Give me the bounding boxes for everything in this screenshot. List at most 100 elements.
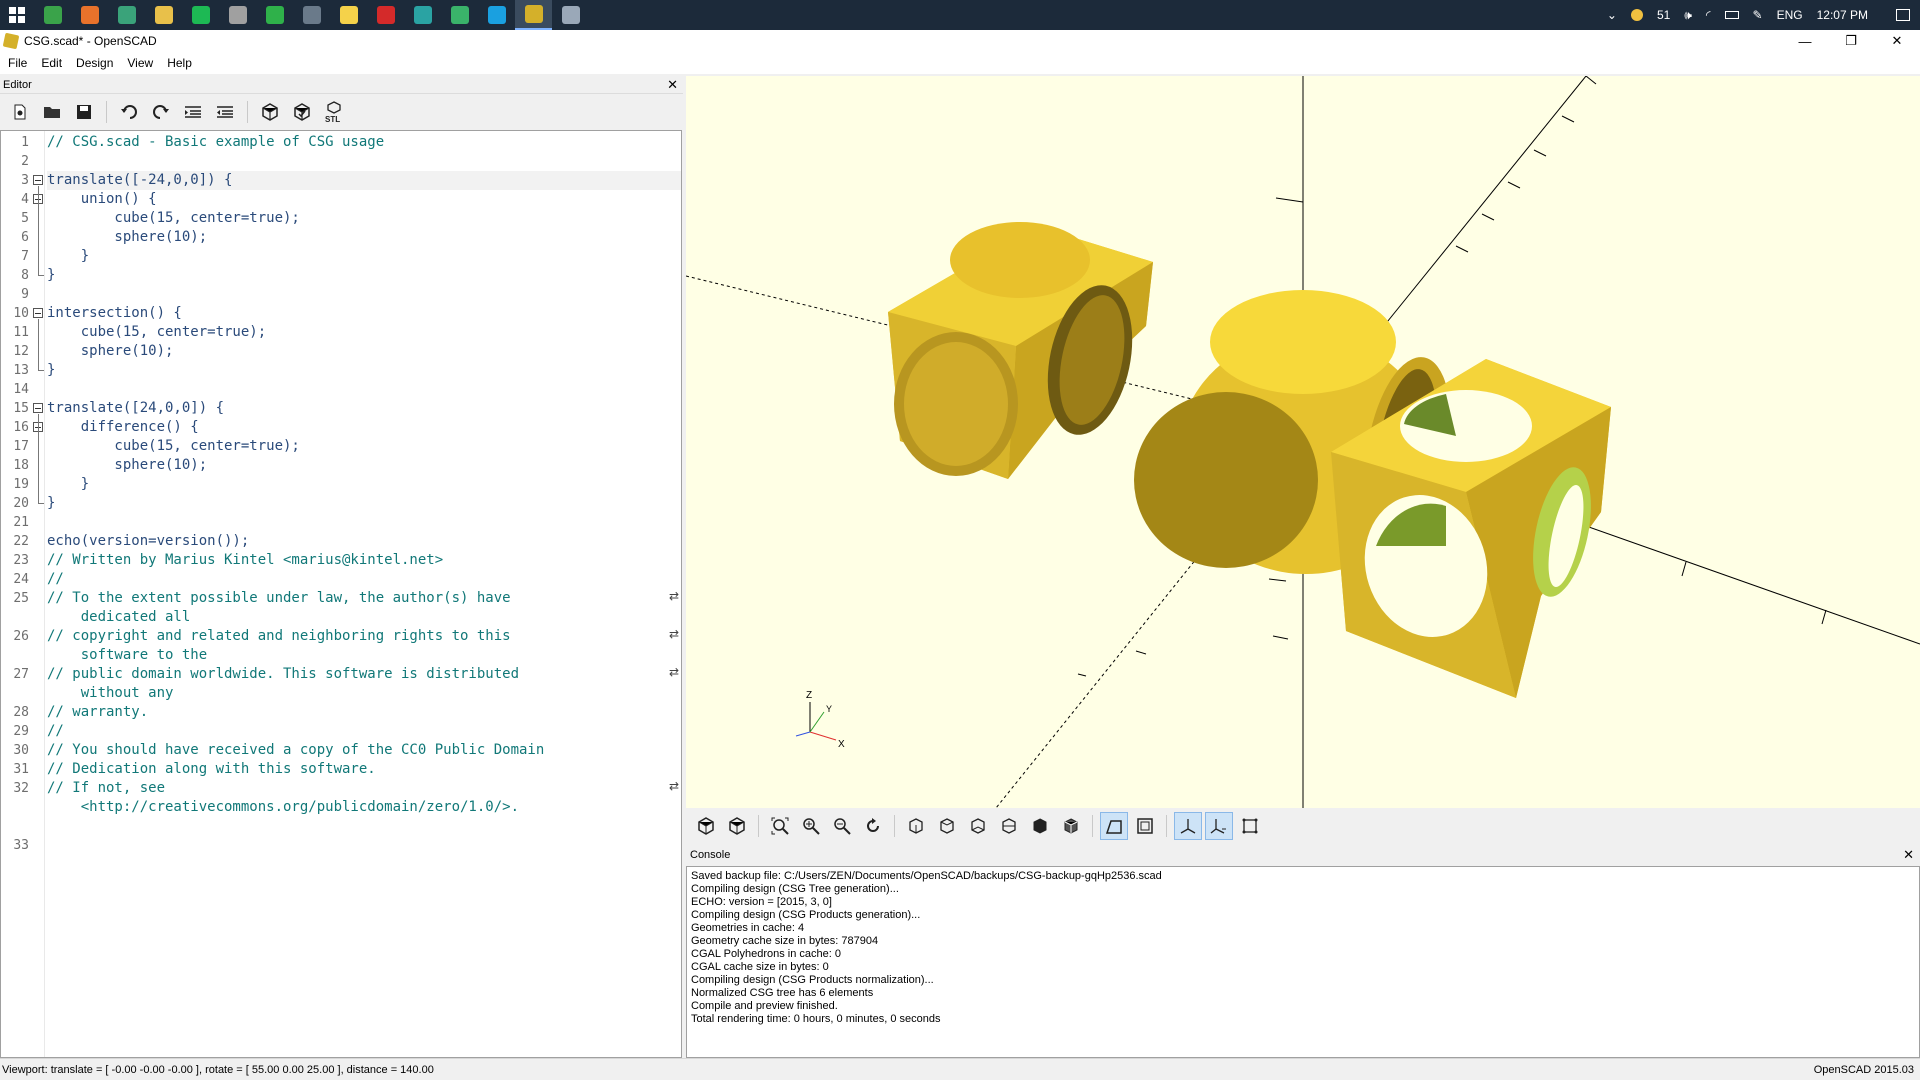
zoom-in-button[interactable] xyxy=(797,812,825,840)
code-line[interactable]: // Written by Marius Kintel <marius@kint… xyxy=(47,551,443,570)
minimize-button[interactable]: — xyxy=(1782,30,1828,52)
code-line[interactable]: // xyxy=(47,722,64,741)
code-line[interactable]: translate([24,0,0]) { xyxy=(47,399,224,418)
save-file-button[interactable] xyxy=(70,98,98,126)
code-line[interactable]: // warranty. xyxy=(47,703,148,722)
view-left-button[interactable] xyxy=(995,812,1023,840)
render-button[interactable] xyxy=(288,98,316,126)
fold-toggle-icon[interactable] xyxy=(33,175,43,185)
unindent-button[interactable] xyxy=(179,98,207,126)
view-all-button[interactable] xyxy=(766,812,794,840)
code-line[interactable]: cube(15, center=true); xyxy=(47,323,266,342)
weather-icon[interactable] xyxy=(1630,9,1643,21)
code-line[interactable]: // To the extent possible under law, the… xyxy=(47,589,511,608)
show-axes-button[interactable] xyxy=(1174,812,1202,840)
code-line[interactable]: sphere(10); xyxy=(47,228,207,247)
close-window-button[interactable]: ✕ xyxy=(1874,30,1920,52)
sticky-notes-app[interactable] xyxy=(330,0,367,30)
firefox-app[interactable] xyxy=(71,0,108,30)
green-circle-app[interactable] xyxy=(108,0,145,30)
temperature[interactable]: 51 xyxy=(1657,8,1670,22)
code-line[interactable]: // copyright and related and neighboring… xyxy=(47,627,511,646)
terminal-app[interactable] xyxy=(34,0,71,30)
spotify-app[interactable] xyxy=(182,0,219,30)
file-explorer-app[interactable] xyxy=(145,0,182,30)
open-file-button[interactable] xyxy=(38,98,66,126)
view-front-button[interactable] xyxy=(1026,812,1054,840)
green-arrow-app[interactable] xyxy=(256,0,293,30)
clock[interactable]: 12:07 PM xyxy=(1817,8,1868,22)
code-line[interactable]: } xyxy=(47,361,55,380)
battery-icon[interactable] xyxy=(1724,11,1739,19)
undo-button[interactable] xyxy=(115,98,143,126)
code-line[interactable]: // Dedication along with this software. xyxy=(47,760,376,779)
console-close-icon[interactable]: ✕ xyxy=(1903,847,1914,863)
code-line[interactable]: // xyxy=(47,570,64,589)
green-globe-app[interactable] xyxy=(441,0,478,30)
code-line[interactable]: dedicated all xyxy=(47,608,191,627)
menu-design[interactable]: Design xyxy=(70,56,121,70)
view-top-button[interactable] xyxy=(933,812,961,840)
view-right-button[interactable] xyxy=(902,812,930,840)
media-app[interactable] xyxy=(293,0,330,30)
view-back-button[interactable] xyxy=(1057,812,1085,840)
pen-icon[interactable]: ✎ xyxy=(1753,8,1763,22)
indent-button[interactable] xyxy=(211,98,239,126)
skype-app[interactable] xyxy=(478,0,515,30)
code-line[interactable]: // If not, see xyxy=(47,779,165,798)
windows-start-button[interactable] xyxy=(0,0,34,30)
code-line[interactable]: software to the xyxy=(47,646,207,665)
code-line[interactable]: sphere(10); xyxy=(47,456,207,475)
git-app[interactable] xyxy=(219,0,256,30)
code-line[interactable]: echo(version=version()); xyxy=(47,532,249,551)
code-line[interactable]: cube(15, center=true); xyxy=(47,437,299,456)
notifications-icon[interactable] xyxy=(1896,9,1910,21)
fold-toggle-icon[interactable] xyxy=(33,308,43,318)
console-output[interactable]: Saved backup file: C:/Users/ZEN/Document… xyxy=(686,866,1920,1058)
openscad-app[interactable] xyxy=(515,0,552,30)
code-line[interactable]: // CSG.scad - Basic example of CSG usage xyxy=(47,133,384,152)
zoom-out-button[interactable] xyxy=(828,812,856,840)
menu-edit[interactable]: Edit xyxy=(35,56,70,70)
code-line[interactable]: // You should have received a copy of th… xyxy=(47,741,544,760)
view-render-button[interactable] xyxy=(723,812,751,840)
code-line[interactable]: difference() { xyxy=(47,418,199,437)
code-line[interactable]: <http://creativecommons.org/publicdomain… xyxy=(47,798,519,817)
redo-button[interactable] xyxy=(147,98,175,126)
chevron-up-icon[interactable]: ⌄ xyxy=(1607,8,1617,22)
fold-toggle-icon[interactable] xyxy=(33,403,43,413)
3d-viewport[interactable]: Z Y X xyxy=(686,76,1920,808)
volume-icon[interactable]: 🕪 xyxy=(1684,8,1692,23)
code-line[interactable]: } xyxy=(47,266,55,285)
show-scale-markers-button[interactable] xyxy=(1205,812,1233,840)
code-line[interactable]: // public domain worldwide. This softwar… xyxy=(47,665,519,684)
reset-view-button[interactable] xyxy=(859,812,887,840)
export-stl-button[interactable]: STL xyxy=(320,98,348,126)
new-file-button[interactable] xyxy=(6,98,34,126)
menu-view[interactable]: View xyxy=(121,56,161,70)
code-line[interactable]: } xyxy=(47,247,89,266)
preview-button[interactable] xyxy=(256,98,284,126)
code-editor[interactable]: 1 2 3 4 5 6 7 8 9 10 11 12 13 14 15 16 17 18 19 20 21 22 23 24 2… xyxy=(0,130,682,1058)
perspective-button[interactable] xyxy=(1100,812,1128,840)
code-line[interactable]: intersection() { xyxy=(47,304,182,323)
menu-file[interactable]: File xyxy=(2,56,35,70)
disk-app[interactable] xyxy=(552,0,589,30)
arduino-app[interactable] xyxy=(404,0,441,30)
code-line[interactable]: cube(15, center=true); xyxy=(47,209,299,228)
orthogonal-button[interactable] xyxy=(1131,812,1159,840)
view-bottom-button[interactable] xyxy=(964,812,992,840)
code-line[interactable]: union() { xyxy=(47,190,157,209)
code-line[interactable]: translate([-24,0,0]) { xyxy=(47,171,232,190)
menu-help[interactable]: Help xyxy=(161,56,200,70)
acrobat-app[interactable] xyxy=(367,0,404,30)
code-line[interactable]: sphere(10); xyxy=(47,342,174,361)
show-edges-button[interactable] xyxy=(1236,812,1264,840)
view-preview-button[interactable] xyxy=(692,812,720,840)
editor-close-icon[interactable]: ✕ xyxy=(667,77,678,93)
code-line[interactable]: without any xyxy=(47,684,174,703)
3d-render[interactable]: Z Y X xyxy=(686,76,1920,808)
wifi-icon[interactable]: ◜ xyxy=(1706,8,1711,22)
language-indicator[interactable]: ENG xyxy=(1777,8,1803,22)
code-line[interactable]: } xyxy=(47,475,89,494)
